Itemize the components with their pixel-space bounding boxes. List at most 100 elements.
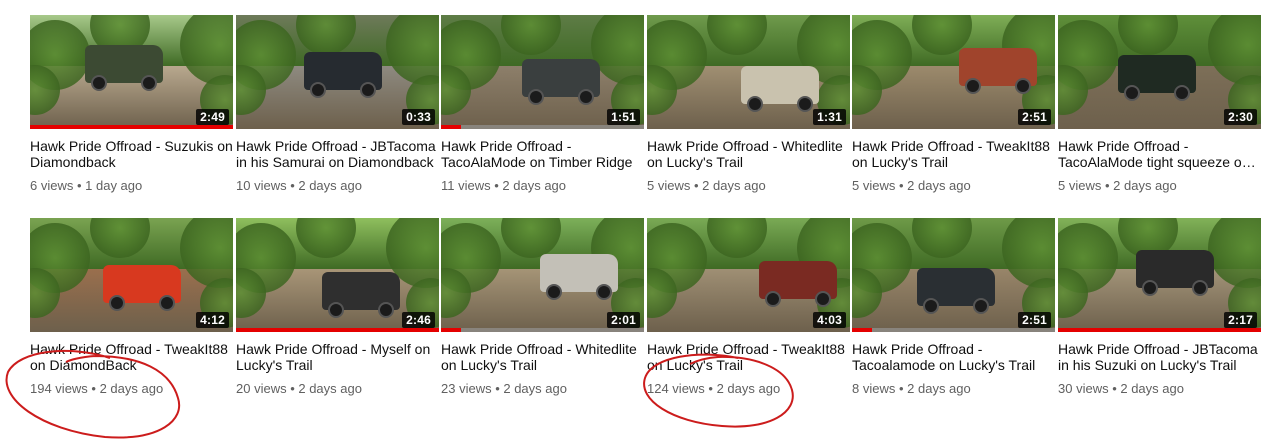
view-count: 8 views (852, 381, 896, 396)
metadata-separator: • (286, 381, 299, 396)
metadata-separator: • (286, 178, 299, 193)
thumbnail-wheel (528, 89, 544, 105)
video-thumbnail[interactable]: 2:51 (852, 15, 1055, 129)
duration-badge: 4:12 (196, 312, 229, 328)
video-card[interactable]: 2:30 Hawk Pride Offroad - TacoAlaMode tig… (1058, 15, 1261, 194)
thumbnail-wheel (578, 89, 594, 105)
upload-age: 2 days ago (1113, 178, 1177, 193)
video-thumbnail[interactable]: 2:17 (1058, 218, 1261, 332)
video-card[interactable]: 2:17 Hawk Pride Offroad - JBTacoma in his… (1058, 218, 1261, 397)
video-thumbnail[interactable]: 2:01 (441, 218, 644, 332)
video-title[interactable]: Hawk Pride Offroad - JBTacoma in his Sam… (236, 138, 439, 170)
video-thumbnail[interactable]: 4:12 (30, 218, 233, 332)
thumbnail-wheel (360, 82, 376, 98)
video-card[interactable]: 4:12 Hawk Pride Offroad - TweakIt88 on Di… (30, 218, 233, 397)
view-count: 30 views (1058, 381, 1109, 396)
duration-badge: 2:51 (1018, 312, 1051, 328)
watch-progress-fill (30, 125, 233, 129)
view-count: 10 views (236, 178, 287, 193)
duration-badge: 0:33 (402, 109, 435, 125)
upload-age: 2 days ago (298, 381, 362, 396)
video-card[interactable]: 2:46 Hawk Pride Offroad - Myself on Lucky… (236, 218, 439, 397)
upload-age: 2 days ago (907, 381, 971, 396)
upload-age: 2 days ago (502, 178, 567, 193)
video-card[interactable]: 4:03 Hawk Pride Offroad - TweakIt88 on Lu… (647, 218, 850, 397)
thumbnail-wheel (310, 82, 326, 98)
watch-progress-bar (236, 328, 439, 332)
video-title[interactable]: Hawk Pride Offroad - Tacoalamode on Luck… (852, 341, 1055, 373)
video-title[interactable]: Hawk Pride Offroad - Myself on Lucky's T… (236, 341, 439, 373)
video-metadata: 8 views • 2 days ago (852, 381, 1055, 397)
video-title[interactable]: Hawk Pride Offroad - Suzukis on Diamondb… (30, 138, 233, 170)
video-title[interactable]: Hawk Pride Offroad - TweakIt88 on Diamon… (30, 341, 233, 373)
video-metadata: 5 views • 2 days ago (1058, 178, 1261, 194)
video-title[interactable]: Hawk Pride Offroad - TweakIt88 on Lucky'… (647, 341, 850, 373)
video-metadata: 30 views • 2 days ago (1058, 381, 1261, 397)
video-thumbnail[interactable]: 2:51 (852, 218, 1055, 332)
watch-progress-fill (441, 328, 462, 332)
duration-badge: 2:46 (402, 312, 435, 328)
thumbnail-wheel (1192, 280, 1208, 296)
metadata-separator: • (895, 381, 908, 396)
upload-age: 2 days ago (716, 381, 781, 396)
thumbnail-wheel (973, 298, 989, 314)
video-metadata: 5 views • 2 days ago (852, 178, 1055, 194)
view-count: 11 views (441, 178, 491, 193)
upload-age: 2 days ago (702, 178, 766, 193)
metadata-separator: • (491, 381, 504, 396)
metadata-separator: • (1101, 178, 1114, 193)
duration-badge: 2:51 (1018, 109, 1051, 125)
video-metadata: 20 views • 2 days ago (236, 381, 439, 397)
duration-badge: 4:03 (813, 312, 846, 328)
duration-badge: 2:17 (1224, 312, 1257, 328)
upload-age: 2 days ago (1120, 381, 1184, 396)
video-thumbnail[interactable]: 2:49 (30, 15, 233, 129)
duration-badge: 2:30 (1224, 109, 1257, 125)
view-count: 6 views (30, 178, 74, 193)
video-thumbnail[interactable]: 2:46 (236, 218, 439, 332)
view-count: 23 views (441, 381, 492, 396)
thumbnail-wheel (328, 302, 344, 318)
upload-age: 2 days ago (503, 381, 567, 396)
thumbnail-wheel (765, 291, 781, 307)
video-thumbnail[interactable]: 1:31 (647, 15, 850, 129)
video-thumbnail[interactable]: 0:33 (236, 15, 439, 129)
upload-age: 2 days ago (99, 381, 164, 396)
video-title[interactable]: Hawk Pride Offroad - TweakIt88 on Lucky'… (852, 138, 1055, 170)
video-thumbnail[interactable]: 4:03 (647, 218, 850, 332)
thumbnail-wheel (378, 302, 394, 318)
metadata-separator: • (87, 381, 100, 396)
video-title[interactable]: Hawk Pride Offroad - TacoAlaMode tight s… (1058, 138, 1261, 170)
thumbnail-wheel (91, 75, 107, 91)
watch-progress-bar (1058, 328, 1261, 332)
view-count: 124 views (647, 381, 705, 396)
video-thumbnail[interactable]: 1:51 (441, 15, 644, 129)
metadata-separator: • (895, 178, 908, 193)
video-card[interactable]: 1:51 Hawk Pride Offroad - TacoAlaMode on … (441, 15, 644, 194)
video-title[interactable]: Hawk Pride Offroad - Whitedlite on Lucky… (441, 341, 644, 373)
upload-age: 1 day ago (85, 178, 143, 193)
thumbnail-wheel (815, 291, 831, 307)
view-count: 5 views (647, 178, 691, 193)
thumbnail-wheel (747, 96, 763, 112)
video-metadata: 23 views • 2 days ago (441, 381, 644, 397)
view-count: 194 views (30, 381, 88, 396)
video-card[interactable]: 0:33 Hawk Pride Offroad - JBTacoma in his… (236, 15, 439, 194)
video-card[interactable]: 2:01 Hawk Pride Offroad - Whitedlite on L… (441, 218, 644, 397)
thumbnail-wheel (546, 284, 562, 300)
video-title[interactable]: Hawk Pride Offroad - TacoAlaMode on Timb… (441, 138, 644, 170)
watch-progress-bar (441, 125, 644, 129)
video-card[interactable]: 2:51 Hawk Pride Offroad - Tacoalamode on … (852, 218, 1055, 397)
video-title[interactable]: Hawk Pride Offroad - Whitedlite on Lucky… (647, 138, 850, 170)
metadata-separator: • (704, 381, 717, 396)
video-title[interactable]: Hawk Pride Offroad - JBTacoma in his Suz… (1058, 341, 1261, 373)
video-card[interactable]: 2:51 Hawk Pride Offroad - TweakIt88 on Lu… (852, 15, 1055, 194)
thumbnail-wheel (797, 96, 813, 112)
watch-progress-fill (1058, 328, 1261, 332)
video-card[interactable]: 1:31 Hawk Pride Offroad - Whitedlite on L… (647, 15, 850, 194)
watch-progress-bar (852, 328, 1055, 332)
thumbnail-wheel (923, 298, 939, 314)
video-card[interactable]: 2:49 Hawk Pride Offroad - Suzukis on Diam… (30, 15, 233, 194)
video-thumbnail[interactable]: 2:30 (1058, 15, 1261, 129)
watch-progress-fill (236, 328, 439, 332)
